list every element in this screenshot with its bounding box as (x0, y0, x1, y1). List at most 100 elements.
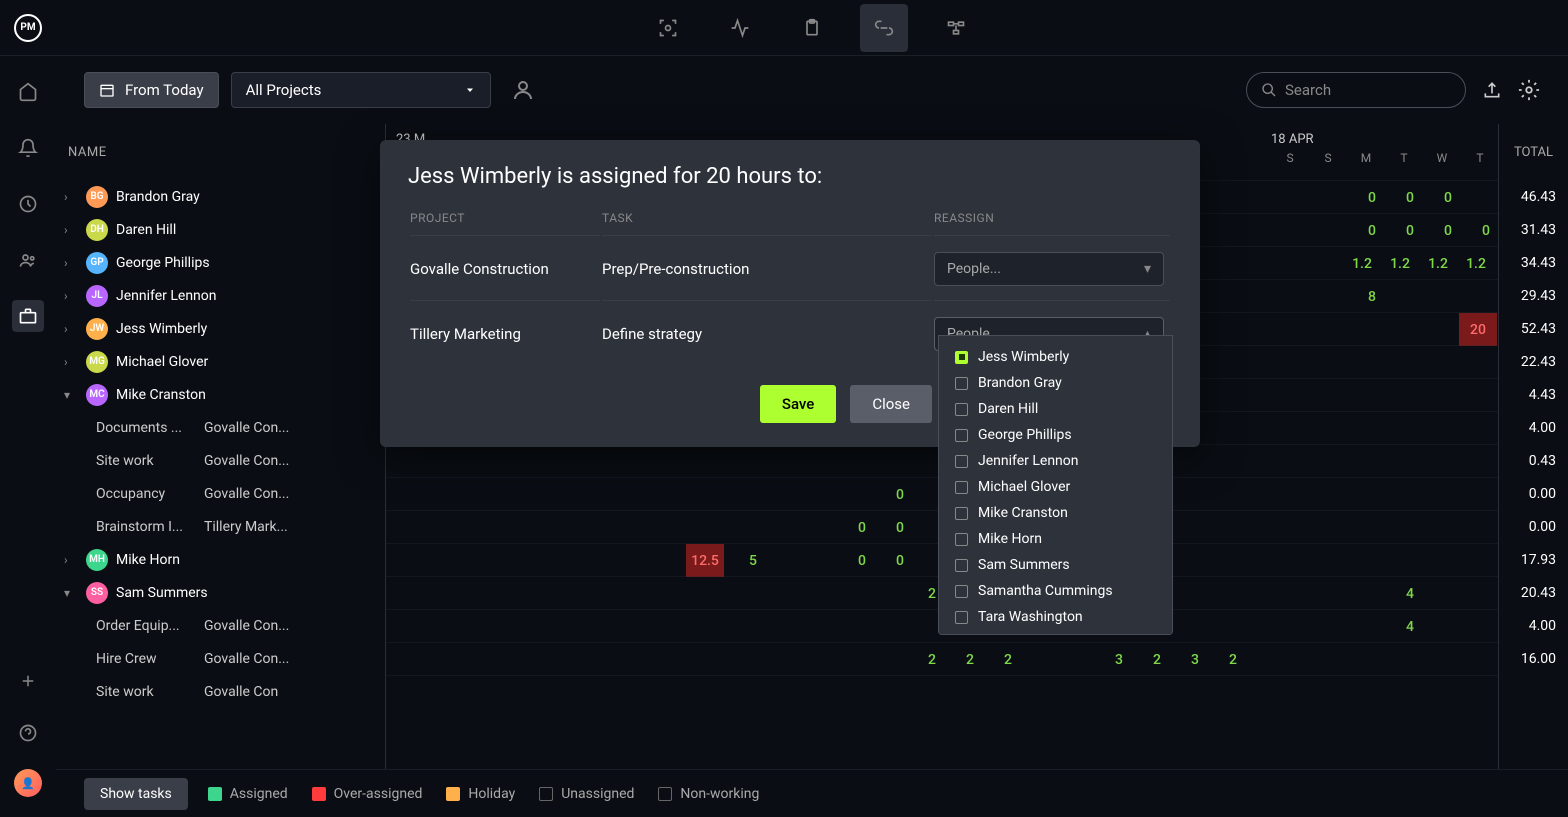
expand-chevron[interactable]: › (64, 289, 78, 303)
person-row[interactable]: ›BGBrandon Gray (56, 180, 385, 213)
settings-icon[interactable] (1518, 79, 1540, 101)
workload-cell[interactable]: 2 (913, 643, 951, 676)
checkbox[interactable] (955, 611, 968, 624)
workload-cell[interactable]: 1.2 (1381, 247, 1419, 280)
scan-icon[interactable] (644, 4, 692, 52)
workload-cell[interactable]: 0 (881, 544, 919, 577)
checkbox[interactable] (955, 481, 968, 494)
workload-cell[interactable]: 3 (1100, 643, 1138, 676)
workload-cell[interactable]: 0 (1353, 181, 1391, 214)
checkbox[interactable] (955, 559, 968, 572)
checkbox[interactable] (955, 533, 968, 546)
save-button[interactable]: Save (760, 385, 836, 423)
workload-cell[interactable]: 1.2 (1343, 247, 1381, 280)
expand-chevron[interactable]: › (64, 322, 78, 336)
workload-cell[interactable]: 0 (843, 544, 881, 577)
activity-icon[interactable] (716, 4, 764, 52)
workload-cell[interactable]: 0 (881, 511, 919, 544)
workload-cell[interactable]: 1.2 (1457, 247, 1495, 280)
reassign-select[interactable]: People...▾ (934, 252, 1164, 286)
dropdown-person-item[interactable]: Samantha Cummings (939, 578, 1172, 604)
bell-icon[interactable] (12, 132, 44, 164)
workload-cell[interactable]: 0 (1391, 181, 1429, 214)
workload-cell[interactable]: 8 (1353, 280, 1391, 313)
people-dropdown[interactable]: Jess WimberlyBrandon GrayDaren HillGeorg… (938, 335, 1173, 635)
workload-cell[interactable]: 2 (1138, 643, 1176, 676)
export-icon[interactable] (1482, 80, 1502, 100)
checkbox[interactable] (955, 455, 968, 468)
person-filter-icon[interactable] (511, 78, 535, 102)
workload-cell[interactable]: 0 (881, 478, 919, 511)
dropdown-person-item[interactable]: Mike Cranston (939, 500, 1172, 526)
workload-cell[interactable]: 0 (843, 511, 881, 544)
expand-chevron[interactable]: › (64, 190, 78, 204)
plus-icon[interactable] (12, 665, 44, 697)
dropdown-person-item[interactable]: Jennifer Lennon (939, 448, 1172, 474)
workload-cell[interactable]: 12.5 (686, 544, 724, 577)
dropdown-person-item[interactable]: Brandon Gray (939, 370, 1172, 396)
expand-chevron[interactable]: › (64, 223, 78, 237)
person-row[interactable]: ›JLJennifer Lennon (56, 279, 385, 312)
workload-cell[interactable]: 3 (1176, 643, 1214, 676)
checkbox[interactable] (955, 507, 968, 520)
dropdown-person-item[interactable]: Mike Horn (939, 526, 1172, 552)
person-row[interactable]: ›GPGeorge Phillips (56, 246, 385, 279)
workload-cell[interactable]: 2 (951, 643, 989, 676)
checkbox[interactable] (955, 351, 968, 364)
task-row[interactable]: Site workGovalle Con (56, 675, 385, 708)
workload-cell[interactable]: 1.2 (1419, 247, 1457, 280)
close-button[interactable]: Close (850, 385, 932, 423)
expand-chevron[interactable]: ▾ (64, 586, 78, 600)
workload-cell[interactable]: 4 (1391, 610, 1429, 643)
person-row[interactable]: ›MHMike Horn (56, 543, 385, 576)
task-row[interactable]: Order Equip...Govalle Con... (56, 609, 385, 642)
workload-cell[interactable]: 0 (1429, 214, 1467, 247)
workload-cell[interactable]: 0 (1391, 214, 1429, 247)
person-row[interactable]: ›MGMichael Glover (56, 345, 385, 378)
checkbox[interactable] (955, 429, 968, 442)
people-icon[interactable] (12, 244, 44, 276)
task-row[interactable]: Site workGovalle Con... (56, 444, 385, 477)
person-row[interactable]: ▾SSSam Summers (56, 576, 385, 609)
checkbox[interactable] (955, 403, 968, 416)
workload-cell[interactable]: 4 (1391, 577, 1429, 610)
user-avatar[interactable]: 👤 (14, 769, 42, 797)
dropdown-person-item[interactable]: Sam Summers (939, 552, 1172, 578)
workload-cell[interactable]: 5 (734, 544, 772, 577)
person-row[interactable]: ▾MCMike Cranston (56, 378, 385, 411)
link-icon[interactable] (860, 4, 908, 52)
from-today-button[interactable]: From Today (84, 72, 219, 108)
dropdown-person-item[interactable]: George Phillips (939, 422, 1172, 448)
workload-cell[interactable]: 2 (989, 643, 1027, 676)
checkbox[interactable] (955, 585, 968, 598)
logo[interactable]: PM (0, 0, 56, 56)
expand-chevron[interactable]: › (64, 553, 78, 567)
workload-cell[interactable]: 2 (1214, 643, 1252, 676)
workload-cell[interactable]: 20 (1459, 313, 1497, 346)
dropdown-person-item[interactable]: Daren Hill (939, 396, 1172, 422)
dropdown-person-item[interactable]: Michael Glover (939, 474, 1172, 500)
expand-chevron[interactable]: › (64, 256, 78, 270)
task-row[interactable]: Brainstorm I...Tillery Mark... (56, 510, 385, 543)
search-input[interactable]: Search (1246, 72, 1466, 108)
task-row[interactable]: Hire CrewGovalle Con... (56, 642, 385, 675)
expand-chevron[interactable]: ▾ (64, 388, 78, 402)
checkbox[interactable] (955, 377, 968, 390)
person-row[interactable]: ›JWJess Wimberly (56, 312, 385, 345)
clock-icon[interactable] (12, 188, 44, 220)
briefcase-icon[interactable] (12, 300, 44, 332)
expand-chevron[interactable]: › (64, 355, 78, 369)
task-row[interactable]: OccupancyGovalle Con... (56, 477, 385, 510)
flow-icon[interactable] (932, 4, 980, 52)
help-icon[interactable] (12, 717, 44, 749)
person-row[interactable]: ›DHDaren Hill (56, 213, 385, 246)
dropdown-person-item[interactable]: Tara Washington (939, 604, 1172, 630)
workload-cell[interactable]: 0 (1429, 181, 1467, 214)
task-row[interactable]: Documents ...Govalle Con... (56, 411, 385, 444)
workload-cell[interactable]: 0 (1467, 214, 1498, 247)
dropdown-person-item[interactable]: Jess Wimberly (939, 344, 1172, 370)
show-tasks-button[interactable]: Show tasks (84, 778, 188, 810)
clipboard-icon[interactable] (788, 4, 836, 52)
projects-filter-dropdown[interactable]: All Projects (231, 72, 491, 108)
workload-cell[interactable]: 0 (1353, 214, 1391, 247)
